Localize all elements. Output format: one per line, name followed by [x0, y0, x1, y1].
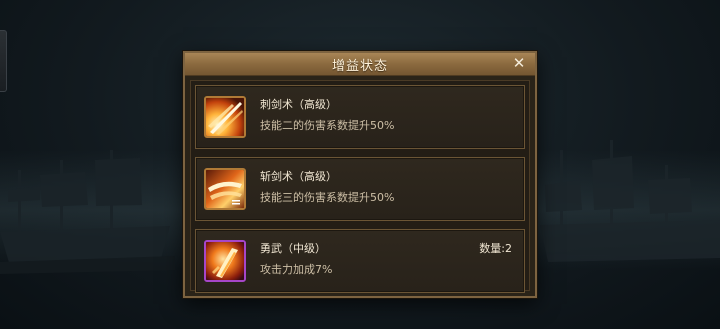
buff-list: 刺剑术（高级） 技能二的伤害系数提升50% 斩剑术（高级） 技能三的伤害系数提升… — [190, 80, 530, 293]
sword-thrust-icon — [204, 96, 246, 138]
close-icon[interactable]: ✕ — [511, 55, 527, 71]
buff-name: 勇武（中级） — [260, 242, 326, 255]
side-panel-tab[interactable] — [0, 30, 7, 92]
buff-quantity: 数量:2 — [479, 242, 512, 255]
dialog-title: 增益状态 — [331, 59, 388, 74]
buff-name: 斩剑术（高级） — [260, 170, 337, 183]
buff-row: 斩剑术（高级） 技能三的伤害系数提升50% — [195, 157, 525, 221]
sword-slash-icon — [204, 168, 246, 210]
buff-description: 技能二的伤害系数提升50% — [260, 119, 395, 132]
buff-description: 攻击力加成7% — [260, 263, 333, 276]
buff-description: 技能三的伤害系数提升50% — [260, 191, 395, 204]
buff-row: 刺剑术（高级） 技能二的伤害系数提升50% — [195, 85, 525, 149]
buff-status-dialog: 增益状态 ✕ 刺剑术（高级） 技能二的伤害系数提升50% 斩剑术（高级） 技能三… — [183, 51, 537, 298]
valor-blade-icon — [204, 240, 246, 282]
dialog-title-bar: 增益状态 ✕ — [185, 53, 535, 76]
buff-name: 刺剑术（高级） — [260, 98, 337, 111]
buff-row: 勇武（中级） 攻击力加成7% 数量:2 — [195, 229, 525, 293]
